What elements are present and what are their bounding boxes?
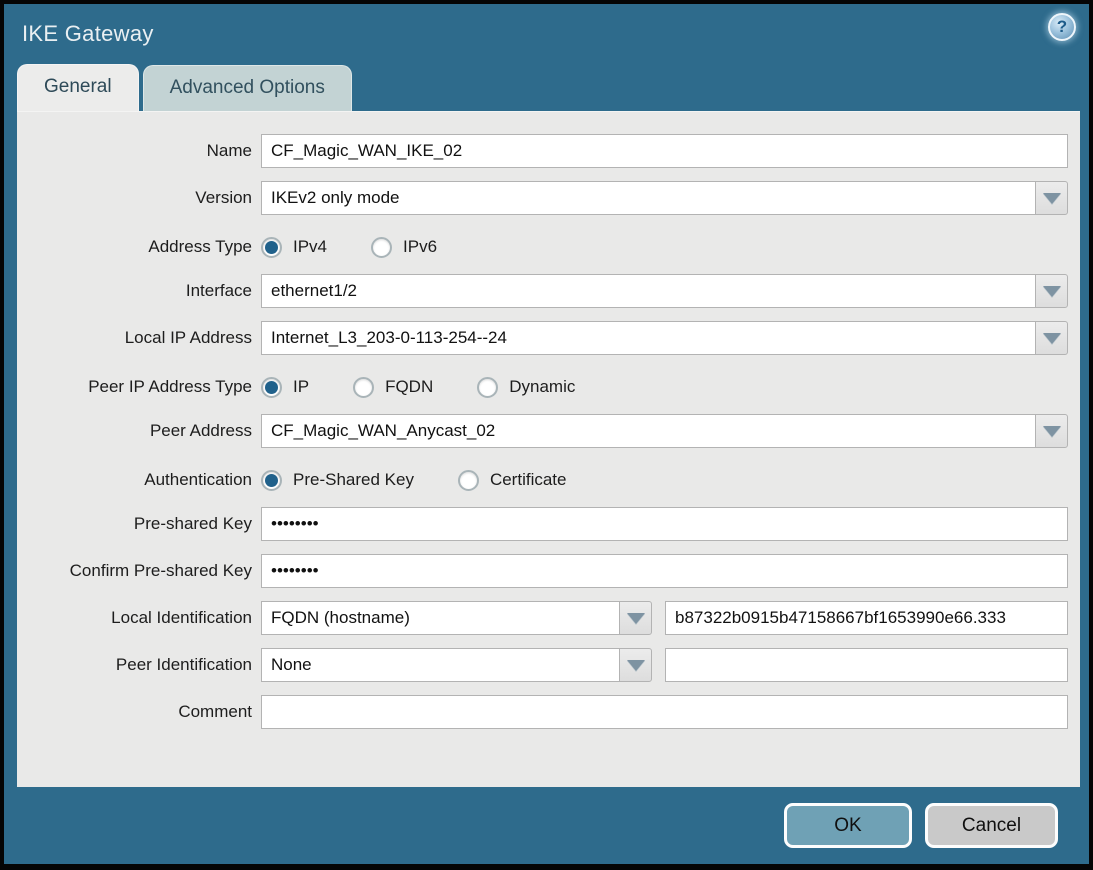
local-identification-type-value[interactable]: FQDN (hostname)	[261, 601, 619, 635]
version-label: Version	[17, 188, 261, 208]
local-identification-label: Local Identification	[17, 608, 261, 628]
row-name: Name CF_Magic_WAN_IKE_02	[17, 134, 1068, 168]
interface-label: Interface	[17, 281, 261, 301]
pre-shared-key-input[interactable]: ••••••••	[261, 507, 1068, 541]
row-local-ip-address: Local IP Address Internet_L3_203-0-113-2…	[17, 321, 1068, 355]
row-local-identification: Local Identification FQDN (hostname) b87…	[17, 601, 1068, 635]
radio-button-icon	[261, 237, 282, 258]
chevron-down-icon	[1043, 286, 1061, 297]
row-interface: Interface ethernet1/2	[17, 274, 1068, 308]
radio-certificate-label: Certificate	[490, 470, 567, 490]
local-identification-dropdown-button[interactable]	[619, 601, 652, 635]
confirm-pre-shared-key-label: Confirm Pre-shared Key	[17, 561, 261, 581]
row-confirm-pre-shared-key: Confirm Pre-shared Key ••••••••	[17, 554, 1068, 588]
radio-ipv6[interactable]: IPv6	[371, 237, 437, 258]
radio-ipv6-label: IPv6	[403, 237, 437, 257]
radio-button-icon	[458, 470, 479, 491]
tab-bar: General Advanced Options	[4, 64, 1089, 111]
row-peer-identification: Peer Identification None	[17, 648, 1068, 682]
peer-identification-value-input[interactable]	[665, 648, 1068, 682]
radio-pre-shared-key[interactable]: Pre-Shared Key	[261, 470, 414, 491]
row-address-type: Address Type IPv4 IPv6	[17, 233, 1068, 261]
radio-dynamic[interactable]: Dynamic	[477, 377, 575, 398]
radio-button-icon	[477, 377, 498, 398]
tab-advanced-options[interactable]: Advanced Options	[143, 65, 352, 111]
peer-identification-label: Peer Identification	[17, 655, 261, 675]
peer-address-label: Peer Address	[17, 421, 261, 441]
tab-general[interactable]: General	[17, 64, 139, 111]
peer-ip-address-type-label: Peer IP Address Type	[17, 377, 261, 397]
radio-button-icon	[371, 237, 392, 258]
dialog-footer: OK Cancel	[4, 787, 1089, 864]
name-input[interactable]: CF_Magic_WAN_IKE_02	[261, 134, 1068, 168]
comment-input[interactable]	[261, 695, 1068, 729]
dialog-title: IKE Gateway	[22, 21, 154, 47]
radio-button-icon	[261, 377, 282, 398]
radio-ip-label: IP	[293, 377, 309, 397]
interface-dropdown-button[interactable]	[1035, 274, 1068, 308]
radio-dynamic-label: Dynamic	[509, 377, 575, 397]
local-ip-address-dropdown-button[interactable]	[1035, 321, 1068, 355]
interface-select: ethernet1/2	[261, 274, 1068, 308]
radio-button-icon	[261, 470, 282, 491]
row-comment: Comment	[17, 695, 1068, 729]
confirm-pre-shared-key-input[interactable]: ••••••••	[261, 554, 1068, 588]
peer-address-value[interactable]: CF_Magic_WAN_Anycast_02	[261, 414, 1035, 448]
row-peer-address: Peer Address CF_Magic_WAN_Anycast_02	[17, 414, 1068, 448]
local-identification-value-input[interactable]: b87322b0915b47158667bf1653990e66.333	[665, 601, 1068, 635]
local-ip-address-label: Local IP Address	[17, 328, 261, 348]
address-type-label: Address Type	[17, 237, 261, 257]
peer-address-dropdown-button[interactable]	[1035, 414, 1068, 448]
local-identification-type-select: FQDN (hostname)	[261, 601, 652, 635]
radio-ipv4-label: IPv4	[293, 237, 327, 257]
ok-button[interactable]: OK	[784, 803, 912, 848]
chevron-down-icon	[627, 613, 645, 624]
radio-button-icon	[353, 377, 374, 398]
name-label: Name	[17, 141, 261, 161]
radio-fqdn[interactable]: FQDN	[353, 377, 433, 398]
authentication-label: Authentication	[17, 470, 261, 490]
version-select: IKEv2 only mode	[261, 181, 1068, 215]
version-value[interactable]: IKEv2 only mode	[261, 181, 1035, 215]
row-pre-shared-key: Pre-shared Key ••••••••	[17, 507, 1068, 541]
chevron-down-icon	[1043, 426, 1061, 437]
interface-value[interactable]: ethernet1/2	[261, 274, 1035, 308]
peer-address-select: CF_Magic_WAN_Anycast_02	[261, 414, 1068, 448]
peer-identification-type-select: None	[261, 648, 652, 682]
radio-pre-shared-key-label: Pre-Shared Key	[293, 470, 414, 490]
row-version: Version IKEv2 only mode	[17, 181, 1068, 215]
ike-gateway-dialog: IKE Gateway ? General Advanced Options N…	[0, 0, 1093, 870]
peer-identification-dropdown-button[interactable]	[619, 648, 652, 682]
help-icon[interactable]: ?	[1048, 13, 1076, 41]
pre-shared-key-label: Pre-shared Key	[17, 514, 261, 534]
row-peer-ip-address-type: Peer IP Address Type IP FQDN Dynamic	[17, 373, 1068, 401]
chevron-down-icon	[1043, 333, 1061, 344]
radio-certificate[interactable]: Certificate	[458, 470, 567, 491]
version-dropdown-button[interactable]	[1035, 181, 1068, 215]
chevron-down-icon	[627, 660, 645, 671]
local-ip-address-value[interactable]: Internet_L3_203-0-113-254--24	[261, 321, 1035, 355]
comment-label: Comment	[17, 702, 261, 722]
radio-ip[interactable]: IP	[261, 377, 309, 398]
cancel-button[interactable]: Cancel	[925, 803, 1058, 848]
general-tab-panel: Name CF_Magic_WAN_IKE_02 Version IKEv2 o…	[17, 111, 1080, 787]
row-authentication: Authentication Pre-Shared Key Certificat…	[17, 466, 1068, 494]
local-ip-address-select: Internet_L3_203-0-113-254--24	[261, 321, 1068, 355]
peer-identification-type-value[interactable]: None	[261, 648, 619, 682]
radio-ipv4[interactable]: IPv4	[261, 237, 327, 258]
chevron-down-icon	[1043, 193, 1061, 204]
radio-fqdn-label: FQDN	[385, 377, 433, 397]
dialog-titlebar: IKE Gateway ?	[4, 4, 1089, 64]
